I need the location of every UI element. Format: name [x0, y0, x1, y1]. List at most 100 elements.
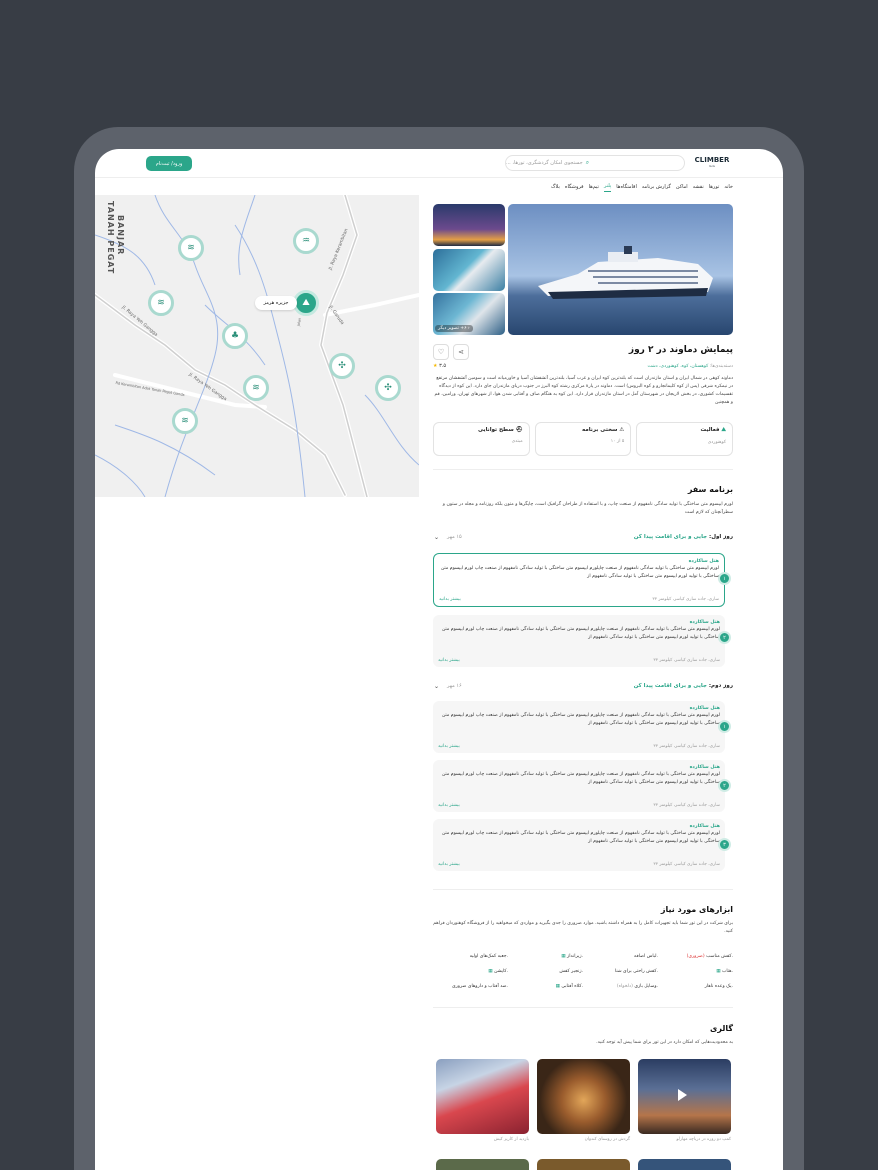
tool-item: .زیرانداز ▦ [561, 954, 583, 959]
stop-text: لورم ایپسوم متن ساختگی با تولید سادگی نا… [441, 713, 720, 726]
optional-tag: (دلخواه) [616, 984, 633, 989]
tools-list: .کفش مناسب (ضروری) .هتاب ▦ .یک وعده ناها… [433, 954, 733, 994]
shop-icon[interactable]: ▦ [488, 969, 492, 974]
tool-label: .ضد آفتاب و داروهای ضروری [451, 984, 508, 989]
share-button[interactable]: ⋖ [453, 344, 469, 360]
stop-name: هتل ساکارده [689, 620, 720, 625]
tool-label: .کفش مناسب [706, 954, 733, 959]
gallery-caption: بازدید از کاریز کیش [493, 1137, 529, 1142]
breadcrumb: دسته‌بندی‌ها: کوهستان، کوه، کوهنوردی، دش… [433, 364, 733, 369]
tool-item: .کفش مناسب (ضروری) [687, 954, 733, 959]
gallery-photo[interactable] [436, 1159, 529, 1170]
stop-name: هتل ساکارده [689, 765, 720, 770]
map-pin-waves-icon[interactable]: ≋ [172, 408, 198, 434]
day-header[interactable]: روز دوم: جایی و برای اقامت پیدا کن ۱۶ مه… [433, 683, 733, 695]
helmet-icon: ⛑ [515, 427, 523, 433]
map-pin-waves-icon[interactable]: ≋ [148, 290, 174, 316]
activity-icon: ⛰ [721, 427, 726, 433]
stop-number: ۲ [718, 779, 731, 792]
learn-more-link[interactable]: بیشتر بدانید [438, 744, 460, 749]
shop-icon[interactable]: ▦ [716, 969, 720, 974]
info-card-activity: ⛰ فعالیت کوهنوردی [636, 422, 733, 456]
tool-item: .کاپشن ▦ [488, 969, 508, 974]
itinerary-description: لورم ایپسوم متن ساختگی با تولید سادگی نا… [442, 502, 733, 515]
itinerary-stop[interactable]: هتل ساکارده لورم ایپسوم متن ساختگی با تو… [433, 701, 725, 753]
play-icon[interactable] [678, 1089, 687, 1101]
tool-item: .زنجیر کفش [559, 969, 583, 974]
gallery-title: گالری [710, 1024, 733, 1033]
map-pin-cactus-icon[interactable]: ✣ [329, 353, 355, 379]
map-pin-waves-icon[interactable]: ≋ [178, 235, 204, 261]
like-button[interactable]: ♡ [433, 344, 449, 360]
map-label-banjar: BANJAR [116, 215, 125, 256]
stop-address: ساری، جاده ساری کیاسر، کیلومتر ۳۳ [653, 862, 720, 867]
breadcrumb-categories[interactable]: کوهستان، کوه، کوهنوردی، دشت [647, 364, 708, 369]
breadcrumb-prefix: دسته‌بندی‌ها: [709, 364, 733, 369]
map-view[interactable]: BANJAR TANAH PEGAT Jl. Raya Kerambitan J… [95, 195, 419, 497]
tool-item: .کفش راحتی برای شنا [615, 969, 658, 974]
stop-number: ۱ [718, 572, 731, 585]
day-subtitle: جایی و برای اقامت پیدا کن [633, 683, 707, 689]
gallery-caption: گردش در روستای کندوان [584, 1137, 630, 1142]
content: BANJAR TANAH PEGAT Jl. Raya Kerambitan J… [95, 149, 783, 1170]
stop-text: لورم ایپسوم متن ساختگی با تولید سادگی نا… [441, 627, 720, 640]
learn-more-link[interactable]: بیشتر بدانید [438, 658, 460, 663]
tool-item: .هتاب ▦ [716, 969, 733, 974]
more-photos-label: ۶+ تصویر دیگر [438, 326, 467, 331]
info-card-title: سختی برنامه [582, 427, 618, 433]
more-photos-badge[interactable]: ‹ ۶+ تصویر دیگر [435, 325, 473, 332]
day-subtitle: جایی و برای اقامت پیدا کن [633, 534, 708, 540]
map-pin-palm-icon[interactable]: ♣ [222, 323, 248, 349]
cruise-ship-icon [538, 246, 713, 299]
stop-address: ساری، جاده ساری کیاسر، کیلومتر ۳۳ [653, 803, 720, 808]
gallery-description: به محدودیت‌هایی که امکان دارد در این تور… [596, 1040, 733, 1045]
tool-item: .جعبه کمک‌های اولیه [470, 954, 508, 959]
map-pin-waterfall-icon[interactable]: ♒ [293, 228, 319, 254]
map-roads [95, 195, 419, 497]
main-photo[interactable] [508, 204, 733, 335]
thumb-photo-1[interactable] [433, 204, 505, 246]
heart-icon: ♡ [437, 348, 445, 356]
map-pin-cactus-icon[interactable]: ✣ [375, 375, 401, 401]
star-icon: ★ [433, 363, 438, 369]
shop-icon[interactable]: ▦ [556, 984, 560, 989]
tool-label: .هتاب [722, 969, 733, 974]
stop-text: لورم ایپسوم متن ساختگی با تولید سادگی نا… [441, 772, 720, 785]
gallery-photo[interactable] [436, 1059, 529, 1134]
map-pin-waves-icon[interactable]: ≋ [243, 375, 269, 401]
tour-description: دماوند کوهی در شمال ایران و استان مازندر… [434, 376, 733, 405]
learn-more-link[interactable]: بیشتر بدانید [439, 597, 461, 602]
tool-item: .کلاه آفتابی ▦ [556, 984, 583, 989]
rating: ★ ۳.۵ [433, 363, 453, 369]
shop-icon[interactable]: ▦ [561, 954, 565, 959]
stop-text: لورم ایپسوم متن ساختگی با تولید سادگی نا… [440, 566, 719, 579]
chevron-down-icon[interactable]: ⌄ [434, 683, 439, 690]
rating-value: ۳.۵ [439, 363, 447, 369]
tool-label: .وسایل بازی [634, 984, 658, 989]
stop-name: هتل ساکارده [688, 559, 719, 564]
info-card-title: سطح توانایی [477, 427, 514, 433]
stop-name: هتل ساکارده [689, 706, 720, 711]
gallery-photo[interactable] [537, 1059, 630, 1134]
itinerary-stop[interactable]: هتل ساکارده لورم ایپسوم متن ساختگی با تو… [433, 819, 725, 871]
day-date: ۱۵ مهر [447, 534, 462, 540]
thumb-photo-2[interactable] [433, 249, 505, 291]
info-card-difficulty: ⚠ سختی برنامه ۵ از ۱۰ [534, 422, 632, 456]
required-tag: (ضروری) [686, 954, 705, 959]
gallery-photo[interactable] [638, 1159, 731, 1170]
chevron-down-icon[interactable]: ⌄ [434, 534, 439, 541]
itinerary-stop[interactable]: هتل ساکارده لورم ایپسوم متن ساختگی با تو… [433, 553, 725, 607]
day-header[interactable]: روز اول: جایی و برای اقامت پیدا کن ۱۵ مه… [433, 534, 733, 546]
gallery-caption: کمپ دو روزه در دریاچه مهارلو [676, 1137, 731, 1142]
stop-number: ۱ [718, 720, 731, 733]
gallery-video[interactable] [638, 1059, 731, 1134]
itinerary-stop[interactable]: هتل ساکارده لورم ایپسوم متن ساختگی با تو… [433, 760, 725, 812]
thumb-photo-3[interactable]: ‹ ۶+ تصویر دیگر [433, 293, 505, 335]
itinerary-stop[interactable]: هتل ساکارده لورم ایپسوم متن ساختگی با تو… [433, 615, 725, 667]
tour-title: پیمایش دماوند در ۲ روز [628, 345, 733, 355]
day-label: روز اول: [709, 534, 733, 540]
stop-number: ۳ [718, 838, 731, 851]
learn-more-link[interactable]: بیشتر بدانید [438, 803, 460, 808]
learn-more-link[interactable]: بیشتر بدانید [438, 862, 460, 867]
gallery-photo[interactable] [537, 1159, 630, 1170]
